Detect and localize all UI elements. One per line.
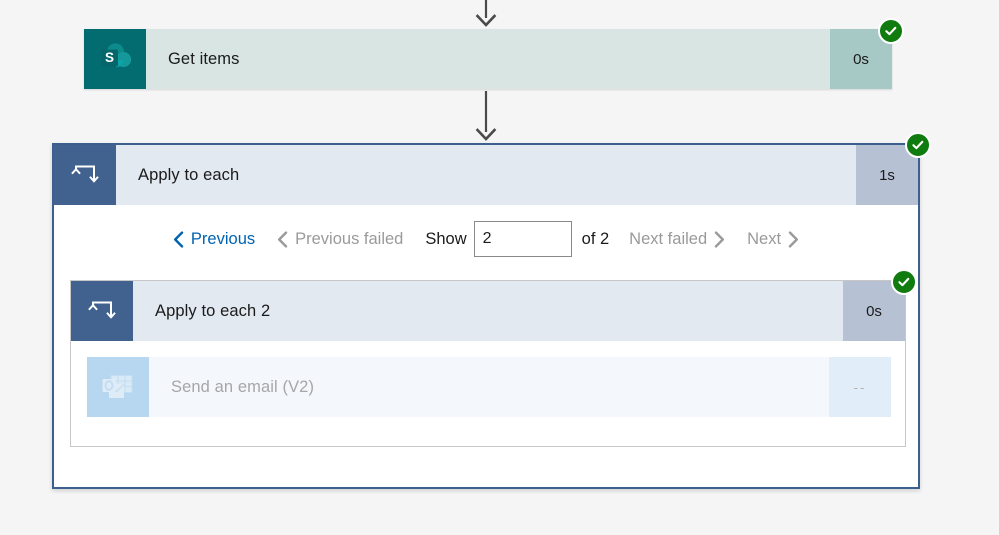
pager-previous-button[interactable]: Previous <box>162 230 266 249</box>
action-title-apply-to-each-2: Apply to each 2 <box>155 301 271 320</box>
action-card-apply-to-each-2[interactable]: Apply to each 2 0s <box>71 269 917 341</box>
loop-icon <box>71 281 133 341</box>
action-card-send-an-email[interactable]: Send an email (V2) -- <box>87 357 891 417</box>
pager-show-label: Show <box>425 229 467 248</box>
check-icon <box>885 26 897 36</box>
chevron-left-icon <box>277 230 288 248</box>
outlook-icon <box>87 357 149 417</box>
loop-icon <box>54 145 116 205</box>
action-title-get-items: Get items <box>168 49 240 68</box>
check-icon <box>912 140 924 150</box>
pager-page-input[interactable] <box>473 221 572 257</box>
connector-to-get-items <box>474 0 498 30</box>
pager-previous-failed-button[interactable]: Previous failed <box>266 230 414 249</box>
status-badge-get-items <box>878 18 904 44</box>
pager-next-button[interactable]: Next <box>736 230 810 249</box>
pager-previous-failed-label: Previous failed <box>295 229 404 248</box>
connector-to-apply-to-each <box>474 91 498 145</box>
chevron-left-icon <box>173 230 184 248</box>
action-card-get-items[interactable]: S Get items 0s <box>84 18 904 89</box>
action-duration-send-an-email: -- <box>829 357 891 417</box>
pager-next-label: Next <box>747 229 782 248</box>
chevron-right-icon <box>788 230 799 248</box>
check-icon <box>898 277 910 287</box>
status-badge-apply-to-each <box>905 132 931 158</box>
scope-apply-to-each-2: Apply to each 2 0s Send an email (V2) -- <box>70 269 917 447</box>
svg-text:S: S <box>105 50 114 65</box>
pager-next-failed-label: Next failed <box>629 229 708 248</box>
action-title-apply-to-each: Apply to each <box>138 165 240 184</box>
sharepoint-icon: S <box>84 29 146 89</box>
pager-next-failed-button[interactable]: Next failed <box>618 230 736 249</box>
action-card-apply-to-each[interactable]: Apply to each 1s <box>54 132 931 205</box>
action-title-send-an-email: Send an email (V2) <box>171 377 315 396</box>
pager-of-label: of 2 <box>581 229 610 248</box>
pager-previous-label: Previous <box>190 229 256 248</box>
scope-apply-to-each: Apply to each 1s Previous Previous faile… <box>52 132 931 489</box>
status-badge-apply-to-each-2 <box>891 269 917 295</box>
iteration-pager: Previous Previous failed Show of 2 Next … <box>54 205 918 273</box>
chevron-right-icon <box>714 230 725 248</box>
flow-run-canvas: S Get items 0s Apply to each 1s Previous… <box>0 0 999 535</box>
